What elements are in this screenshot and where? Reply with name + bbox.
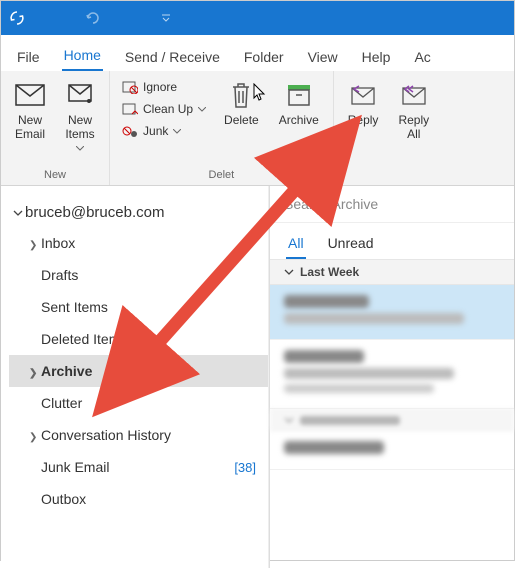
trash-icon [229, 81, 253, 109]
folder-pane: bruceb@bruceb.com ❯Inbox Drafts Sent Ite… [1, 186, 269, 568]
tab-account[interactable]: Ac [412, 45, 432, 71]
message-group-header[interactable]: Last Week [270, 259, 514, 285]
cleanup-button[interactable]: Clean Up [118, 99, 210, 119]
archive-button[interactable]: Archive [273, 77, 325, 131]
filter-unread[interactable]: Unread [326, 231, 376, 259]
chevron-down-icon [13, 208, 23, 218]
undo-icon[interactable] [85, 10, 101, 26]
cursor-icon [253, 83, 267, 101]
folder-deleted[interactable]: Deleted Items [9, 323, 268, 355]
message-item[interactable] [270, 431, 514, 470]
folder-inbox[interactable]: ❯Inbox [9, 227, 268, 259]
archive-label: Archive [279, 113, 319, 127]
ignore-button[interactable]: Ignore [118, 77, 210, 97]
new-items-label: New Items [65, 113, 94, 142]
message-list-pane: Search Archive All Unread Last Week [269, 186, 514, 568]
reply-icon [349, 81, 377, 109]
tab-folder[interactable]: Folder [242, 45, 286, 71]
ribbon-group-new: New Email New Items New [1, 71, 110, 185]
tab-file[interactable]: File [15, 45, 42, 71]
chevron-down-icon [173, 129, 181, 134]
folder-archive[interactable]: ❯Archive [9, 355, 268, 387]
folder-clutter[interactable]: Clutter [9, 387, 268, 419]
archive-icon [286, 81, 312, 109]
group-new-label: New [9, 167, 101, 183]
folder-junk[interactable]: Junk Email[38] [9, 451, 268, 483]
new-items-icon [65, 81, 95, 109]
folder-drafts[interactable]: Drafts [9, 259, 268, 291]
tab-send-receive[interactable]: Send / Receive [123, 45, 222, 71]
delete-label: Delete [224, 113, 259, 127]
reply-label: Reply [348, 113, 379, 127]
message-item[interactable] [270, 340, 514, 409]
junk-count: [38] [234, 460, 256, 475]
cleanup-icon [122, 102, 138, 116]
reply-all-label: Reply All [398, 113, 429, 142]
customize-dropdown-icon[interactable] [161, 13, 171, 23]
envelope-icon [15, 81, 45, 109]
search-input[interactable]: Search Archive [270, 186, 514, 223]
new-email-label: New Email [15, 113, 45, 142]
folder-conversation-history[interactable]: ❯Conversation History [9, 419, 268, 451]
folder-outbox[interactable]: Outbox [9, 483, 268, 515]
ribbon-group-respond: Reply Reply All [334, 71, 443, 185]
chevron-down-icon [198, 107, 206, 112]
new-email-button[interactable]: New Email [9, 77, 51, 146]
junk-button[interactable]: Junk [118, 121, 210, 141]
tab-view[interactable]: View [306, 45, 340, 71]
ribbon-group-delete: Ignore Clean Up Junk Delete [110, 71, 334, 185]
chevron-down-icon [284, 267, 294, 277]
filter-tabs: All Unread [270, 223, 514, 259]
tab-home[interactable]: Home [62, 43, 103, 71]
chevron-right-icon: ❯ [29, 368, 37, 379]
chevron-down-icon [76, 146, 84, 151]
folder-sent[interactable]: Sent Items [9, 291, 268, 323]
sync-icon[interactable] [9, 10, 25, 26]
titlebar [1, 1, 514, 35]
reply-button[interactable]: Reply [342, 77, 385, 131]
reply-all-icon [400, 81, 428, 109]
new-items-button[interactable]: New Items [59, 77, 101, 155]
chevron-right-icon: ❯ [29, 240, 37, 251]
tab-help[interactable]: Help [360, 45, 393, 71]
reply-all-button[interactable]: Reply All [392, 77, 435, 146]
account-header[interactable]: bruceb@bruceb.com [9, 198, 268, 227]
chevron-down-icon [284, 415, 294, 425]
filter-all[interactable]: All [286, 231, 306, 259]
message-item[interactable] [270, 285, 514, 340]
group-delete-label: Delet [118, 167, 325, 183]
message-group-header[interactable] [270, 409, 514, 431]
ignore-icon [122, 80, 138, 94]
junk-icon [122, 124, 138, 138]
ribbon-tabs: File Home Send / Receive Folder View Hel… [1, 35, 514, 71]
chevron-right-icon: ❯ [29, 432, 37, 443]
